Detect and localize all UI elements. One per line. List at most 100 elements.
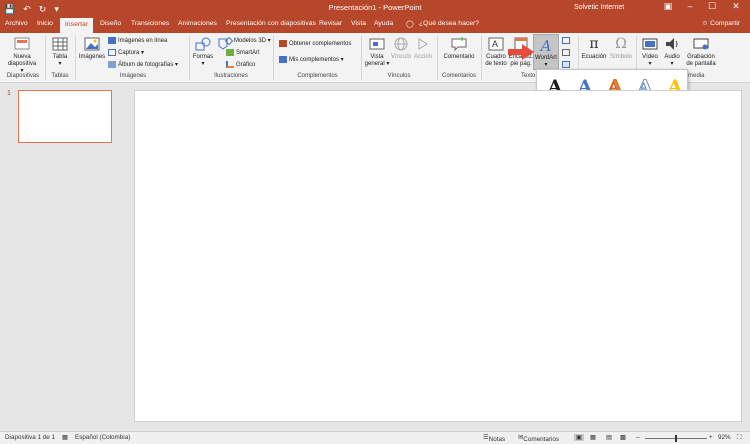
minimize-icon[interactable]: – xyxy=(680,1,700,11)
share-button[interactable]: ☺ Compartir xyxy=(701,20,740,27)
tab-archivo[interactable]: Archivo xyxy=(5,20,28,27)
screenshot-icon xyxy=(108,49,116,56)
table-icon xyxy=(52,37,68,51)
photo-album-button[interactable]: Álbum de fotografías ▾ xyxy=(108,61,178,68)
addins-icon xyxy=(279,56,287,63)
group-separator xyxy=(361,36,362,80)
tab-ayuda[interactable]: Ayuda xyxy=(374,20,393,27)
object-button[interactable] xyxy=(562,61,570,68)
tab-inicio[interactable]: Inicio xyxy=(37,20,53,27)
video-icon xyxy=(642,38,658,50)
object-icon xyxy=(562,61,570,68)
lightbulb-icon: ◯ xyxy=(406,21,414,28)
ribbon-tabs: Archivo Inicio Insertar Diseño Transicio… xyxy=(0,18,750,33)
tab-transiciones[interactable]: Transiciones xyxy=(131,20,169,27)
comments-button[interactable]: ✉ Comentarios xyxy=(518,434,559,443)
close-icon[interactable]: ✕ xyxy=(726,1,746,12)
group-separator xyxy=(75,36,76,80)
slide-count: Diapositiva 1 de 1 xyxy=(5,434,56,441)
audio-button[interactable]: Audio ▾ xyxy=(661,36,683,68)
screen-recording-icon xyxy=(693,38,709,50)
images-button[interactable]: Imágenes xyxy=(78,36,106,61)
group-label-imagenes: Imágenes xyxy=(119,73,147,79)
table-button[interactable]: Tabla ▾ xyxy=(49,36,71,68)
store-icon xyxy=(279,40,287,47)
wordart-icon: A xyxy=(540,37,552,55)
action-icon xyxy=(418,38,428,50)
window-title: Presentación1 - PowerPoint xyxy=(328,3,422,12)
link-button[interactable]: Vínculo xyxy=(390,36,412,61)
video-button[interactable]: Vídeo ▾ xyxy=(639,36,661,68)
language[interactable]: Español (Colombia) xyxy=(75,434,130,441)
tell-me-search[interactable]: ¿Qué desea hacer? xyxy=(419,20,479,27)
text-box-icon: A xyxy=(488,37,504,51)
wordart-button[interactable]: A WordArt ▾ xyxy=(533,34,559,70)
my-addins-button[interactable]: Mis complementos ▾ xyxy=(279,56,344,63)
spellcheck-icon[interactable]: ▦ xyxy=(62,434,68,441)
fit-slide-icon[interactable]: ⛶ xyxy=(737,434,741,442)
group-label-diapositivas: Diapositivas xyxy=(6,73,40,79)
slideshow-icon[interactable]: ▩ xyxy=(620,434,626,441)
tab-insertar[interactable]: Insertar xyxy=(60,18,94,33)
chart-icon xyxy=(226,61,234,68)
slide-thumbnail[interactable] xyxy=(18,90,112,143)
get-addins-button[interactable]: Obtener complementos xyxy=(279,40,351,47)
screen-recording-button[interactable]: Grabación de pantalla xyxy=(684,36,718,68)
3d-models-button[interactable]: Modelos 3D ▾ xyxy=(224,36,271,45)
group-label-tablas: Tablas xyxy=(51,73,69,79)
slide-sorter-icon[interactable]: ▦ xyxy=(590,434,596,441)
group-label-vinculos: Vínculos xyxy=(387,73,411,79)
zoom-level[interactable]: 92% xyxy=(718,434,731,441)
action-button[interactable]: Acción xyxy=(412,36,434,61)
smartart-icon xyxy=(226,49,234,56)
comment-button[interactable]: Comentario xyxy=(440,36,478,61)
svg-text:A: A xyxy=(492,39,498,49)
pi-icon: π xyxy=(589,36,599,52)
new-slide-icon xyxy=(14,37,30,50)
reading-view-icon[interactable]: ▤ xyxy=(606,434,612,441)
zoom-icon xyxy=(369,38,385,50)
screenshot-button[interactable]: Captura ▾ xyxy=(108,49,144,56)
chart-button[interactable]: Gráfico xyxy=(226,61,255,68)
slide-number-button[interactable] xyxy=(562,49,570,56)
shapes-button[interactable]: Formas ▾ xyxy=(191,36,215,68)
new-slide-button[interactable]: Nueva diapositiva ▾ xyxy=(6,36,38,75)
zoom-in-icon[interactable]: + xyxy=(709,434,713,441)
smartart-button[interactable]: SmartArt xyxy=(226,49,260,56)
online-pictures-icon xyxy=(108,37,116,44)
symbol-button[interactable]: Ω Símbolo xyxy=(608,36,634,61)
tab-vista[interactable]: Vista xyxy=(351,20,366,27)
group-label-comentarios: Comentarios xyxy=(441,73,476,79)
group-separator xyxy=(481,36,482,80)
text-box-button[interactable]: A Cuadro de texto xyxy=(484,36,508,68)
picture-icon xyxy=(84,37,100,51)
globe-icon xyxy=(394,37,408,51)
title-bar: 💾 ↶ ↻ ▾ Presentación1 - PowerPoint Solve… xyxy=(0,0,750,18)
person-icon: ☺ xyxy=(701,20,709,27)
zoom-out-icon[interactable]: – xyxy=(636,434,640,441)
comment-icon xyxy=(451,37,467,52)
tab-animaciones[interactable]: Animaciones xyxy=(178,20,217,27)
ribbon-display-icon[interactable]: ▣ xyxy=(658,1,678,12)
tab-revisar[interactable]: Revisar xyxy=(319,20,342,27)
notes-button[interactable]: ☰ Notas xyxy=(483,434,505,443)
online-pictures-button[interactable]: Imágenes en línea xyxy=(108,37,167,44)
slide-number-icon xyxy=(562,49,570,56)
maximize-icon[interactable]: ☐ xyxy=(702,1,722,12)
slide-thumbnail-number: 1 xyxy=(7,90,11,97)
date-time-button[interactable] xyxy=(562,37,570,44)
normal-view-icon[interactable]: ▣ xyxy=(574,434,584,441)
user-name[interactable]: Solvetic Internet xyxy=(574,4,624,11)
zoom-summary-button[interactable]: Vista general ▾ xyxy=(364,36,390,68)
3d-model-icon xyxy=(224,36,234,45)
shapes-icon xyxy=(195,37,211,51)
pointer-arrow-icon xyxy=(508,44,534,60)
slide-canvas[interactable] xyxy=(134,90,742,422)
group-label-ilustraciones: Ilustraciones xyxy=(214,73,248,79)
tab-diseno[interactable]: Diseño xyxy=(100,20,121,27)
status-bar: Diapositiva 1 de 1 ▦ Español (Colombia) … xyxy=(0,431,750,444)
zoom-slider-thumb[interactable] xyxy=(675,435,677,442)
photo-album-icon xyxy=(108,61,116,68)
equation-button[interactable]: π Ecuación xyxy=(580,36,608,61)
tab-presentacion[interactable]: Presentación con diapositivas xyxy=(226,20,316,27)
